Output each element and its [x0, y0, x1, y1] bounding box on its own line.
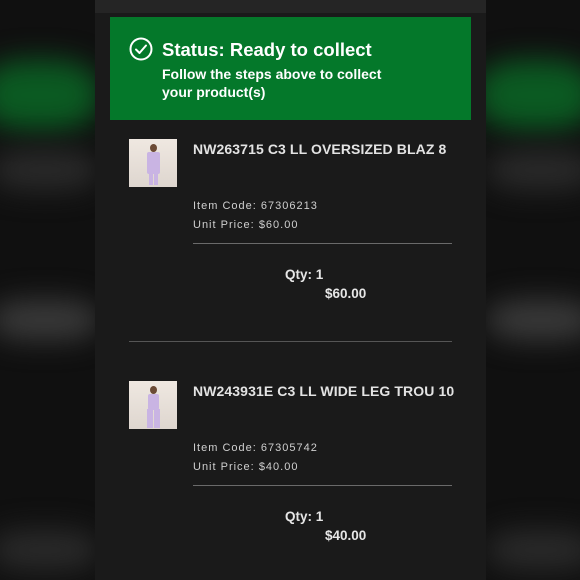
item-rule — [193, 485, 452, 486]
item-divider — [129, 341, 452, 342]
quantity: Qty: 1 — [285, 509, 324, 524]
item-code-label: Item Code: — [193, 442, 257, 454]
unit-price-value: $60.00 — [258, 219, 299, 231]
order-status-screen: Status: Ready to collect Follow the step… — [95, 0, 486, 580]
order-item: NW243931E C3 LL WIDE LEG TROU 10 Item Co… — [129, 381, 454, 561]
unit-price-label: Unit Price: — [193, 461, 255, 473]
status-title: Status: Ready to collect — [162, 39, 372, 60]
quantity: Qty: 1 — [285, 267, 324, 282]
status-description: Follow the steps above to collect your p… — [162, 66, 382, 100]
order-item: NW263715 C3 LL OVERSIZED BLAZ 8 Item Cod… — [129, 139, 452, 319]
product-thumbnail[interactable] — [129, 139, 177, 187]
check-circle-icon — [129, 37, 153, 61]
item-code-label: Item Code: — [193, 200, 257, 212]
line-total: $60.00 — [325, 286, 367, 301]
item-code: Item Code: 67306213 — [193, 200, 318, 212]
blurred-backdrop-left — [0, 0, 95, 580]
item-rule — [193, 243, 452, 244]
item-code-value: 67305742 — [260, 442, 318, 454]
top-bar — [95, 0, 486, 13]
unit-price-label: Unit Price: — [193, 219, 255, 231]
item-code-value: 67306213 — [260, 200, 318, 212]
status-banner: Status: Ready to collect Follow the step… — [110, 17, 471, 120]
product-name[interactable]: NW263715 C3 LL OVERSIZED BLAZ 8 — [193, 141, 446, 157]
product-name[interactable]: NW243931E C3 LL WIDE LEG TROU 10 — [193, 383, 454, 399]
unit-price: Unit Price: $40.00 — [193, 461, 298, 473]
line-total: $40.00 — [325, 528, 367, 543]
blurred-backdrop-right — [486, 0, 580, 580]
item-code: Item Code: 67305742 — [193, 442, 318, 454]
unit-price-value: $40.00 — [258, 461, 299, 473]
unit-price: Unit Price: $60.00 — [193, 219, 298, 231]
product-thumbnail[interactable] — [129, 381, 177, 429]
